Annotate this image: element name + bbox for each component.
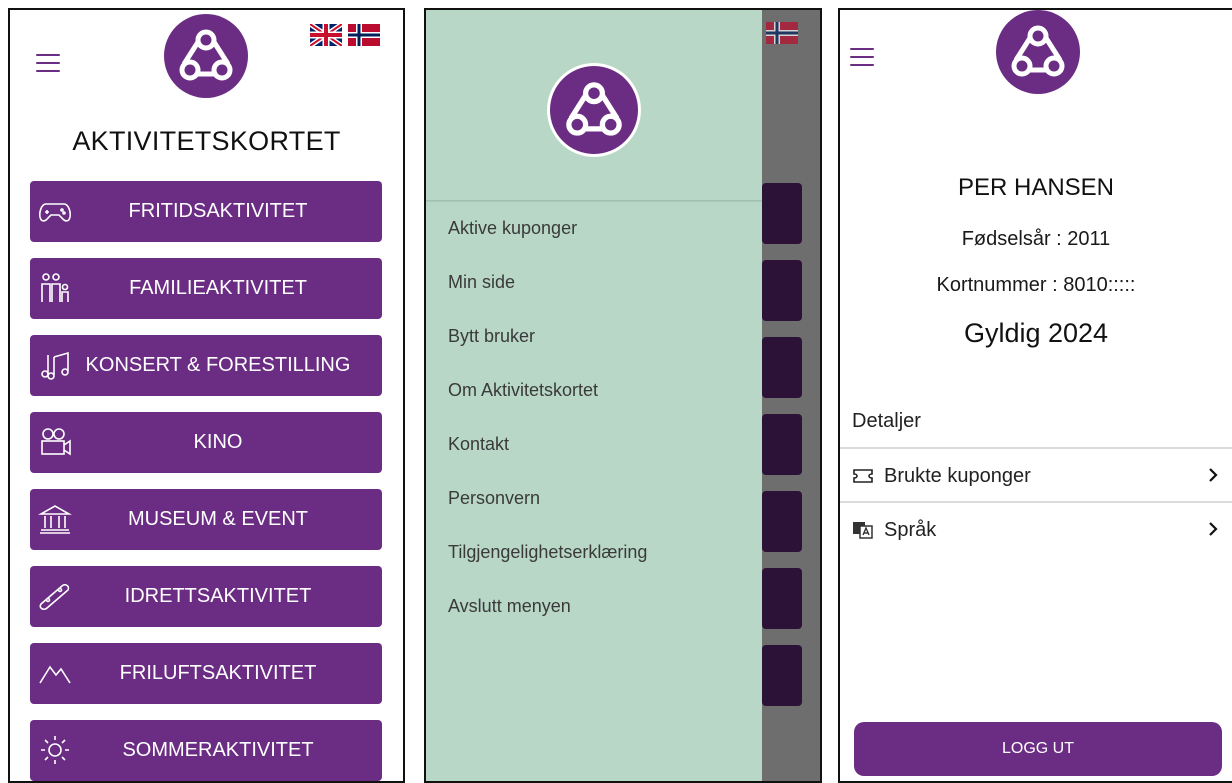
category-button-museum[interactable]: MUSEUM & EVENT [30, 489, 382, 550]
sun-icon [38, 734, 72, 766]
chevron-right-icon [1206, 518, 1220, 540]
category-button-konsert[interactable]: KONSERT & FORESTILLING [30, 335, 382, 396]
dimmed-category-button [762, 414, 802, 475]
user-name: PER HANSEN [957, 174, 1115, 201]
dimmed-category-button [762, 337, 802, 398]
language-flags [310, 24, 380, 46]
menu-item-aktive-kuponger[interactable]: Aktive kuponger [448, 218, 577, 239]
menu-item-personvern[interactable]: Personvern [448, 488, 540, 509]
menu-item-avslutt[interactable]: Avslutt menyen [448, 596, 571, 617]
category-label: IDRETTSAKTIVITET [124, 585, 312, 607]
category-label: FAMILIEAKTIVITET [129, 277, 307, 299]
app-logo [164, 14, 248, 98]
skateboard-icon [38, 580, 72, 612]
logout-button[interactable]: LOGG UT [854, 722, 1222, 776]
category-screen: AKTIVITETSKORTET FRITIDSAKTIVITET FAMILI… [8, 8, 405, 783]
profile-screen: PER HANSEN Fødselsår : 2011 Kortnummer :… [838, 8, 1232, 783]
category-button-friluft[interactable]: FRILUFTSAKTIVITET [30, 643, 382, 704]
category-button-idrett[interactable]: IDRETTSAKTIVITET [30, 566, 382, 627]
used-coupons-row[interactable]: Brukte kuponger [840, 450, 1232, 502]
music-note-icon [38, 349, 72, 381]
menu-item-tilgjengelighet[interactable]: Tilgjengelighetserklæring [448, 542, 647, 563]
card-number: Kortnummer : 8010::::: [936, 274, 1136, 296]
language-row[interactable]: Språk [840, 504, 1232, 556]
uk-flag-icon[interactable] [310, 24, 342, 46]
category-button-sommer[interactable]: SOMMERAKTIVITET [30, 720, 382, 781]
row-divider [840, 447, 1232, 449]
category-label: KINO [193, 431, 243, 453]
category-label: FRITIDSAKTIVITET [128, 200, 308, 222]
row-divider [840, 501, 1232, 503]
menu-item-kontakt[interactable]: Kontakt [448, 434, 509, 455]
chevron-right-icon [1206, 464, 1220, 486]
app-logo [996, 10, 1080, 94]
mountain-icon [38, 657, 72, 689]
movie-camera-icon [38, 426, 72, 458]
menu-item-min-side[interactable]: Min side [448, 272, 515, 293]
row-label: Språk [884, 518, 937, 541]
translate-icon [852, 521, 874, 539]
drawer-screen: Aktive kuponger Min side Bytt bruker Om … [424, 8, 822, 783]
app-title: AKTIVITETSKORTET [72, 126, 341, 156]
details-heading: Detaljer [852, 410, 921, 432]
gamepad-icon [38, 195, 72, 227]
menu-icon[interactable] [850, 48, 874, 66]
menu-item-bytt-bruker[interactable]: Bytt bruker [448, 326, 535, 347]
dimmed-category-button [762, 260, 802, 321]
category-button-kino[interactable]: KINO [30, 412, 382, 473]
menu-icon[interactable] [36, 54, 60, 72]
side-drawer: Aktive kuponger Min side Bytt bruker Om … [426, 10, 762, 781]
row-label: Brukte kuponger [884, 464, 1031, 487]
valid-year: Gyldig 2024 [963, 318, 1109, 348]
dimmed-category-button [762, 183, 802, 244]
menu-item-om[interactable]: Om Aktivitetskortet [448, 380, 598, 401]
family-icon [38, 272, 72, 304]
category-label: MUSEUM & EVENT [127, 508, 309, 530]
drawer-divider [426, 200, 762, 201]
dimmed-category-button [762, 645, 802, 706]
category-label: SOMMERAKTIVITET [122, 739, 314, 761]
norway-flag-icon[interactable] [348, 24, 380, 46]
category-button-familie[interactable]: FAMILIEAKTIVITET [30, 258, 382, 319]
birth-year: Fødselsår : 2011 [961, 228, 1111, 250]
category-label: FRILUFTSAKTIVITET [119, 662, 317, 684]
dimmed-category-button [762, 568, 802, 629]
app-logo [550, 66, 638, 154]
category-label: KONSERT & FORESTILLING [85, 354, 351, 376]
category-button-fritid[interactable]: FRITIDSAKTIVITET [30, 181, 382, 242]
dimmed-category-button [762, 491, 802, 552]
museum-icon [37, 503, 73, 535]
ticket-icon [852, 467, 874, 485]
norway-flag-icon [766, 22, 798, 44]
